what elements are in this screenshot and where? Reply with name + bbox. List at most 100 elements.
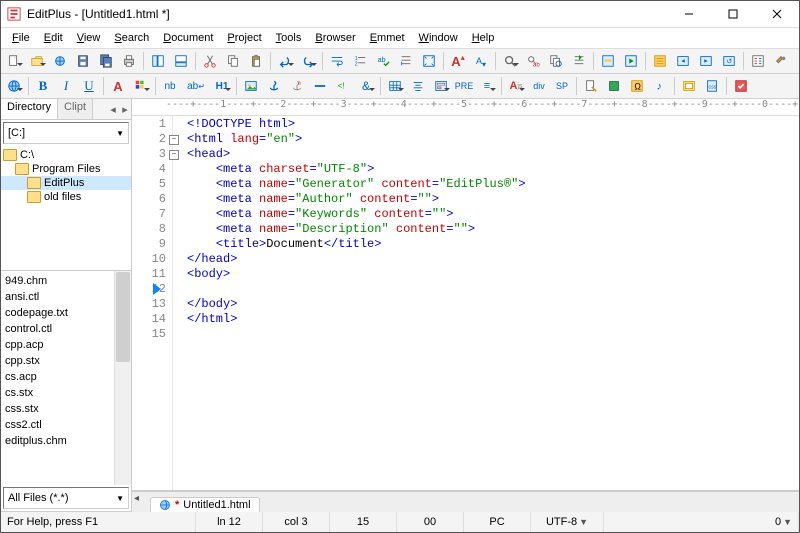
file-item[interactable]: editplus.chm xyxy=(1,433,131,449)
file-item[interactable]: css.stx xyxy=(1,401,131,417)
heading-button[interactable]: H1 xyxy=(211,75,233,97)
gutter-line[interactable]: 2− xyxy=(132,132,166,147)
italic-button[interactable]: I xyxy=(55,75,77,97)
redo-button[interactable] xyxy=(297,50,319,72)
menu-tools[interactable]: Tools xyxy=(269,30,309,46)
code-line[interactable]: </head> xyxy=(187,252,799,267)
span-button[interactable]: SP xyxy=(551,75,573,97)
gutter-line[interactable]: 11 xyxy=(132,267,166,282)
toggle-output-button[interactable] xyxy=(170,50,192,72)
find-in-files-button[interactable] xyxy=(545,50,567,72)
tab-scroll-right[interactable]: ▸ xyxy=(119,99,131,119)
copy-button[interactable] xyxy=(222,50,244,72)
new-file-button[interactable] xyxy=(3,50,25,72)
tab-scroll-left[interactable]: ◂ xyxy=(107,99,119,119)
color-picker-button[interactable] xyxy=(130,75,152,97)
code-line[interactable]: <title>Document</title> xyxy=(187,237,799,252)
menu-window[interactable]: Window xyxy=(412,30,465,46)
prev-window-button[interactable] xyxy=(672,50,694,72)
replace-button[interactable]: ab xyxy=(522,50,544,72)
next-window-button[interactable] xyxy=(695,50,717,72)
gutter-line[interactable]: 9 xyxy=(132,237,166,252)
menu-help[interactable]: Help xyxy=(465,30,502,46)
file-item[interactable]: cs.stx xyxy=(1,385,131,401)
wordwrap-button[interactable] xyxy=(326,50,348,72)
scrollbar-thumb[interactable] xyxy=(116,272,130,362)
menu-edit[interactable]: Edit xyxy=(37,30,70,46)
color-swatch-button[interactable] xyxy=(603,75,625,97)
file-item[interactable]: control.ctl xyxy=(1,321,131,337)
css-button[interactable]: css xyxy=(701,75,723,97)
save-all-button[interactable] xyxy=(95,50,117,72)
fullscreen-button[interactable] xyxy=(418,50,440,72)
named-anchor-button[interactable]: a xyxy=(286,75,308,97)
menu-project[interactable]: Project xyxy=(220,30,268,46)
user-tools-button[interactable] xyxy=(770,50,792,72)
gutter-line[interactable]: 15 xyxy=(132,327,166,342)
find-button[interactable] xyxy=(499,50,521,72)
pre-button[interactable]: PRE xyxy=(453,75,475,97)
menu-document[interactable]: Document xyxy=(156,30,220,46)
bold-button[interactable]: B xyxy=(32,75,54,97)
minimize-button[interactable] xyxy=(667,1,711,27)
code-line[interactable]: <meta name="Author" content=""> xyxy=(187,192,799,207)
underline-button[interactable]: U xyxy=(78,75,100,97)
div-button[interactable]: div xyxy=(528,75,550,97)
tab-directory[interactable]: Directory xyxy=(1,99,58,119)
cut-button[interactable] xyxy=(199,50,221,72)
menu-view[interactable]: View xyxy=(70,30,108,46)
gutter-line[interactable]: 7 xyxy=(132,207,166,222)
gutter-line[interactable]: 5 xyxy=(132,177,166,192)
tree-node[interactable]: Program Files xyxy=(1,162,131,176)
nonbreaking-button[interactable]: nb xyxy=(159,75,181,97)
drive-selector[interactable]: [C:] ▼ xyxy=(3,122,129,144)
code-line[interactable]: </body> xyxy=(187,297,799,312)
toggle-dirview-button[interactable] xyxy=(147,50,169,72)
image-tag-button[interactable] xyxy=(240,75,262,97)
code-line[interactable]: <meta name="Description" content=""> xyxy=(187,222,799,237)
gutter-line[interactable]: 12 xyxy=(132,282,166,297)
menu-file[interactable]: File xyxy=(5,30,37,46)
sound-button[interactable]: ♪ xyxy=(649,75,671,97)
code-line[interactable]: <!DOCTYPE html> xyxy=(187,117,799,132)
next-marker-button[interactable] xyxy=(620,50,642,72)
open-file-button[interactable] xyxy=(26,50,48,72)
decrease-font-button[interactable]: A▾ xyxy=(470,50,492,72)
code-line[interactable]: <body> xyxy=(187,267,799,282)
gutter-line[interactable]: 3− xyxy=(132,147,166,162)
menu-emmet[interactable]: Emmet xyxy=(363,30,412,46)
code-line[interactable]: </html> xyxy=(187,312,799,327)
object-button[interactable] xyxy=(678,75,700,97)
code-line[interactable] xyxy=(187,327,799,342)
undo-button[interactable] xyxy=(274,50,296,72)
gutter-line[interactable]: 1 xyxy=(132,117,166,132)
status-encoding[interactable]: UTF-8▼ xyxy=(531,512,604,532)
file-filter[interactable]: All Files (*.*) ▼ xyxy=(3,487,129,509)
window-list-button[interactable] xyxy=(649,50,671,72)
form-button[interactable] xyxy=(430,75,452,97)
file-item[interactable]: css2.ctl xyxy=(1,417,131,433)
code-line[interactable]: <meta name="Generator" content="EditPlus… xyxy=(187,177,799,192)
menu-search[interactable]: Search xyxy=(107,30,156,46)
code-text[interactable]: <!DOCTYPE html><html lang="en"><head> <m… xyxy=(173,116,799,490)
tree-node[interactable]: EditPlus xyxy=(1,176,131,190)
gutter-line[interactable]: 6 xyxy=(132,192,166,207)
close-button[interactable] xyxy=(755,1,799,27)
file-list[interactable]: 949.chmansi.ctlcodepage.txtcontrol.ctlcp… xyxy=(1,271,131,485)
code-line[interactable]: <html lang="en"> xyxy=(187,132,799,147)
tab-nav-left[interactable]: ◂ xyxy=(134,493,139,504)
browser-preview-button[interactable] xyxy=(3,75,25,97)
auto-indent-button[interactable] xyxy=(395,50,417,72)
set-marker-button[interactable] xyxy=(597,50,619,72)
save-button[interactable] xyxy=(72,50,94,72)
char-map-button[interactable]: Ω xyxy=(626,75,648,97)
gutter-line[interactable]: 10 xyxy=(132,252,166,267)
font-tag-button[interactable]: A xyxy=(107,75,129,97)
comment-button[interactable]: <! xyxy=(332,75,354,97)
list-button[interactable]: ≡ xyxy=(476,75,498,97)
gutter-line[interactable]: 4 xyxy=(132,162,166,177)
last-visited-button[interactable]: ↺ xyxy=(718,50,740,72)
script-button[interactable]: Ajs xyxy=(505,75,527,97)
code-line[interactable]: <head> xyxy=(187,147,799,162)
file-item[interactable]: cpp.stx xyxy=(1,353,131,369)
